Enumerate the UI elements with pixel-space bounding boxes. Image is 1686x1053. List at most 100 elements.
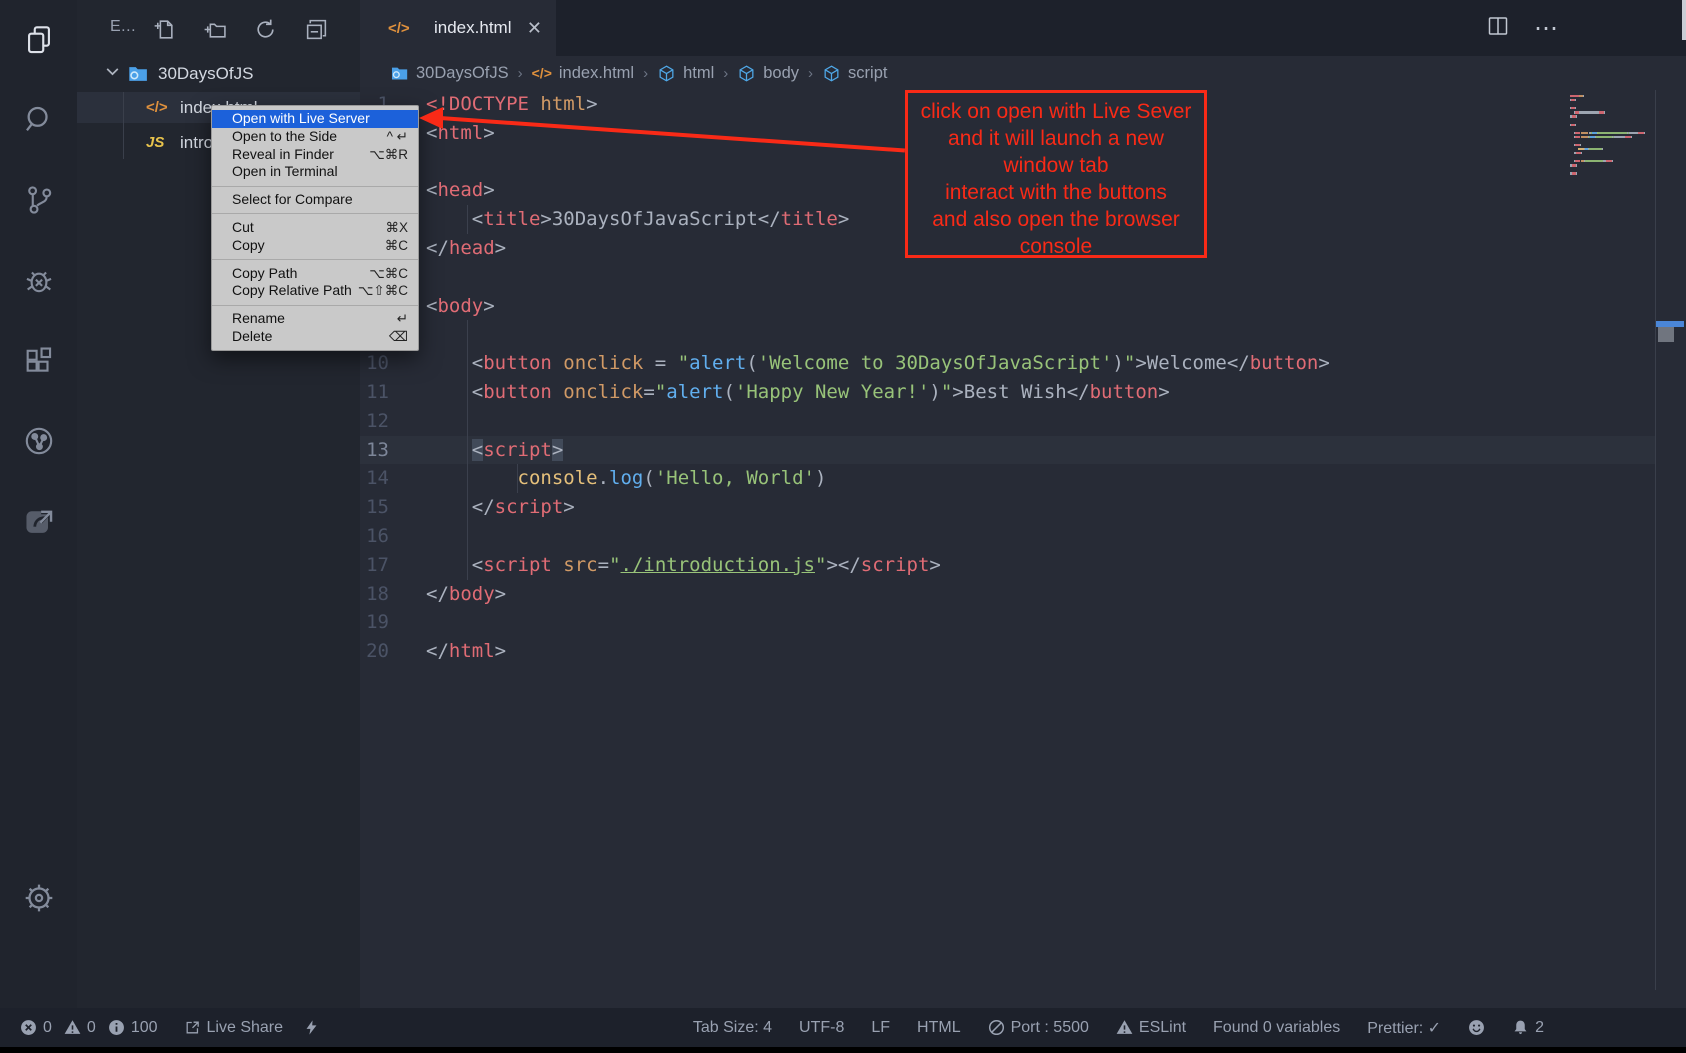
- status-prettier[interactable]: Prettier: ✓: [1367, 1018, 1441, 1038]
- menu-item-copy-relative-path[interactable]: Copy Relative Path⌥⇧⌘C: [212, 282, 418, 300]
- menu-item-copy-path[interactable]: Copy Path⌥⌘C: [212, 265, 418, 283]
- remote-fork-icon[interactable]: [18, 420, 60, 462]
- menu-item-open-with-live-server[interactable]: Open with Live Server: [212, 110, 418, 128]
- token-string: ": [1124, 352, 1135, 374]
- code-line-15[interactable]: 15 </script>: [360, 493, 1686, 522]
- code-line-9[interactable]: 9: [360, 320, 1686, 349]
- token-tag: title: [483, 208, 540, 230]
- source-control-icon[interactable]: [18, 179, 60, 221]
- token-punct: </: [426, 496, 495, 518]
- split-editor-icon[interactable]: [1486, 14, 1510, 43]
- menu-item-open-to-the-side[interactable]: Open to the Side^ ↵: [212, 128, 418, 146]
- scrollbar-handle[interactable]: [1658, 327, 1674, 342]
- code-line-19[interactable]: 19: [360, 608, 1686, 637]
- status-variables-label: Found 0 variables: [1213, 1019, 1340, 1037]
- breadcrumb-item-30daysofjs[interactable]: 30DaysOfJS: [390, 64, 509, 83]
- line-content: <button onclick="alert('Happy New Year!'…: [426, 378, 1170, 407]
- token-string: 'Welcome to 30DaysOfJavaScript': [758, 352, 1113, 374]
- status-bolt[interactable]: [303, 1019, 320, 1036]
- minimap-line: [1570, 124, 1652, 126]
- breadcrumb-item-index-html[interactable]: </>index.html: [532, 64, 634, 83]
- code-line-18[interactable]: 18</body>: [360, 580, 1686, 609]
- menu-item-label: Cut: [232, 219, 385, 237]
- line-number: 16: [360, 522, 426, 551]
- token-punct-hl: >: [552, 439, 563, 461]
- code-line-17[interactable]: 17 <script src="./introduction.js"></scr…: [360, 551, 1686, 580]
- minimap-seg: [1575, 132, 1581, 134]
- search-icon[interactable]: [18, 98, 60, 140]
- breadcrumb-item-html[interactable]: html: [657, 64, 714, 83]
- live-share-icon[interactable]: [18, 500, 60, 542]
- status-problems[interactable]: 00100: [20, 1019, 164, 1037]
- minimap-line: [1570, 136, 1652, 138]
- breadcrumb-item-body[interactable]: body: [737, 64, 799, 83]
- status-feedback[interactable]: [1468, 1019, 1485, 1036]
- code-line-10[interactable]: 10 <button onclick = "alert('Welcome to …: [360, 349, 1686, 378]
- status-eol[interactable]: LF: [871, 1019, 890, 1037]
- token-tag: script: [495, 496, 564, 518]
- new-file-icon[interactable]: [147, 13, 179, 45]
- line-number: 20: [360, 637, 426, 666]
- minimap-line: [1570, 168, 1652, 170]
- menu-item-open-in-terminal[interactable]: Open in Terminal: [212, 163, 418, 181]
- line-content: <body>: [426, 292, 495, 321]
- menu-separator: [212, 305, 418, 306]
- status-encoding[interactable]: UTF-8: [799, 1019, 844, 1037]
- status-live-share[interactable]: Live Share: [184, 1019, 284, 1037]
- code-line-13[interactable]: 13 <script>: [360, 436, 1655, 465]
- code-line-20[interactable]: 20</html>: [360, 637, 1686, 666]
- breadcrumb-separator: ›: [643, 65, 648, 82]
- indent-guide: [467, 205, 468, 234]
- token-tag: head: [449, 237, 495, 259]
- menu-item-shortcut: ⌥⌘C: [369, 265, 408, 283]
- refresh-explorer-icon[interactable]: [249, 13, 281, 45]
- minimap-seg: [1586, 160, 1602, 162]
- code-line-14[interactable]: 14 console.log('Hello, World'): [360, 464, 1686, 493]
- code-line-8[interactable]: 8<body>: [360, 292, 1686, 321]
- menu-item-select-for-compare[interactable]: Select for Compare: [212, 191, 418, 209]
- status-language[interactable]: HTML: [917, 1019, 961, 1037]
- token-punct: </: [758, 208, 781, 230]
- extensions-icon[interactable]: [18, 340, 60, 382]
- breadcrumb-item-script[interactable]: script: [822, 64, 887, 83]
- menu-item-cut[interactable]: Cut⌘X: [212, 219, 418, 237]
- code-line-7[interactable]: 7: [360, 263, 1686, 292]
- warning-count: 0: [87, 1019, 96, 1037]
- token-string: ": [609, 554, 620, 576]
- explorer-icon[interactable]: [18, 19, 60, 61]
- bell-icon: [1512, 1019, 1529, 1036]
- code-line-11[interactable]: 11 <button onclick="alert('Happy New Yea…: [360, 378, 1686, 407]
- status-notifications[interactable]: 2: [1512, 1019, 1544, 1037]
- menu-item-delete[interactable]: Delete⌫: [212, 328, 418, 346]
- tab-index-html[interactable]: </> index.html ✕: [360, 0, 556, 56]
- token-punct: (: [643, 467, 654, 489]
- code-line-16[interactable]: 16: [360, 522, 1686, 551]
- more-actions-icon[interactable]: ⋯: [1534, 14, 1560, 43]
- code-line-12[interactable]: 12: [360, 407, 1686, 436]
- minimap-seg: [1576, 172, 1577, 174]
- token-punct: >: [483, 295, 494, 317]
- editor-scrollbar[interactable]: [1682, 0, 1686, 40]
- menu-item-reveal-in-finder[interactable]: Reveal in Finder⌥⌘R: [212, 146, 418, 164]
- status-eslint[interactable]: ESLint: [1116, 1019, 1186, 1037]
- folder-row-30daysofjs[interactable]: 30DaysOfJS: [77, 58, 360, 89]
- menu-item-shortcut: ^ ↵: [387, 128, 408, 146]
- token-punct: >: [540, 208, 551, 230]
- settings-gear-icon[interactable]: [18, 877, 60, 919]
- token-tag: html: [449, 640, 495, 662]
- status-tab-size[interactable]: Tab Size: 4: [693, 1019, 772, 1037]
- collapse-folders-icon[interactable]: [300, 13, 332, 45]
- status-variables[interactable]: Found 0 variables: [1213, 1019, 1340, 1037]
- menu-item-copy[interactable]: Copy⌘C: [212, 237, 418, 255]
- status-port[interactable]: Port : 5500: [988, 1019, 1089, 1037]
- token-punct: [426, 439, 472, 461]
- menu-item-rename[interactable]: Rename↵: [212, 310, 418, 328]
- minimap[interactable]: [1570, 95, 1652, 177]
- minimap-seg: [1604, 111, 1605, 113]
- run-debug-icon[interactable]: [18, 260, 60, 302]
- line-content: <script>: [426, 436, 563, 465]
- tab-close-icon[interactable]: ✕: [527, 18, 542, 39]
- minimap-line: [1570, 111, 1652, 113]
- new-folder-icon[interactable]: [198, 13, 230, 45]
- token-punct: >: [495, 237, 506, 259]
